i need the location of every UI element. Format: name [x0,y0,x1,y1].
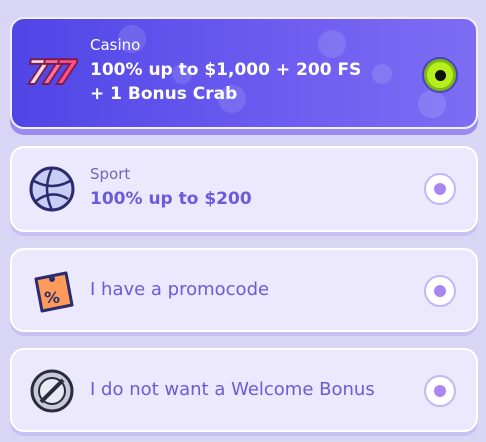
svg-text:%: % [44,288,60,307]
bonus-option-sport[interactable]: Sport 100% up to $200 [10,146,478,232]
radio-dot [434,69,446,81]
option-title: 100% up to $200 [90,189,252,209]
promo-tag-icon: % [34,271,74,313]
radio-selected[interactable] [424,59,456,91]
radio-unselected[interactable] [424,173,456,205]
radio-dot [434,183,446,195]
bonus-option-no-bonus[interactable]: I do not want a Welcome Bonus [10,348,478,432]
radio-unselected[interactable] [424,375,456,407]
radio-unselected[interactable] [424,275,456,307]
option-label: I do not want a Welcome Bonus [90,379,375,400]
basketball-icon [29,166,75,212]
no-bonus-icon [30,369,74,413]
option-category: Casino [90,36,141,54]
option-label: I have a promocode [90,279,270,300]
bonus-option-casino[interactable]: 7 7 7 Casino 100% up to $1,000 + 200 FS … [10,17,478,129]
bonus-option-promocode[interactable]: % I have a promocode [10,248,478,332]
option-title: 100% up to $1,000 + 200 FS + 1 Bonus Cra… [90,60,362,104]
option-category: Sport [90,165,131,183]
radio-dot [434,285,446,297]
radio-dot [434,385,446,397]
slot-777-icon: 7 7 7 [26,52,78,94]
